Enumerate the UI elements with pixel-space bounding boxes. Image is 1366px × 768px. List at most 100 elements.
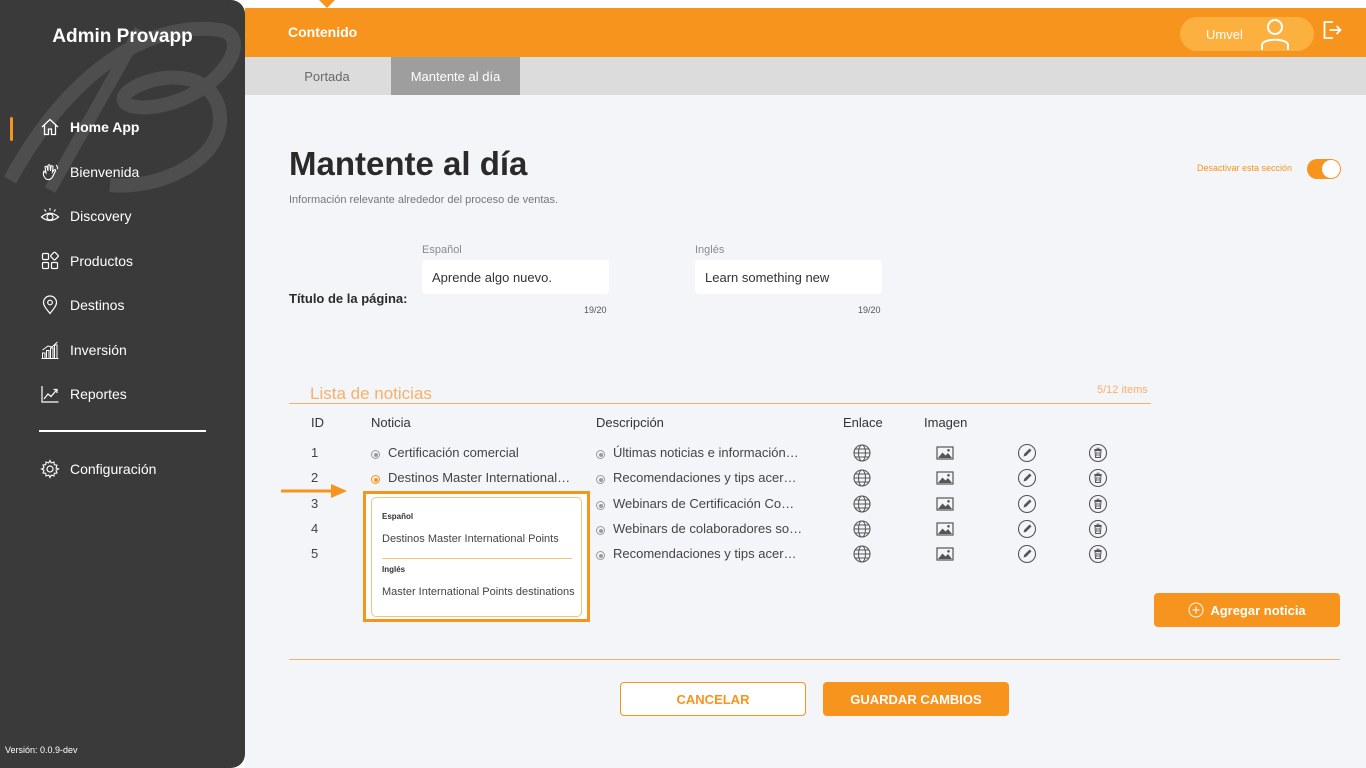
toggle-label: Desactivar esta sección bbox=[1197, 163, 1293, 173]
sidebar-item-label: Bienvenida bbox=[70, 163, 140, 180]
user-name: Umvel bbox=[1206, 27, 1243, 42]
spanish-field-label: Español bbox=[422, 244, 462, 256]
sidebar-item-bienvenida[interactable]: Bienvenida bbox=[0, 150, 245, 195]
news-list-count: 5/12 items bbox=[1097, 384, 1148, 396]
column-header-imagen: Imagen bbox=[924, 415, 968, 430]
sidebar-item-destinos[interactable]: Destinos bbox=[0, 283, 245, 328]
sidebar-item-reportes[interactable]: Reportes bbox=[0, 372, 245, 417]
footer-divider bbox=[289, 659, 1340, 660]
news-list-divider bbox=[289, 403, 1151, 404]
image-icon[interactable] bbox=[935, 519, 955, 539]
globe-icon[interactable] bbox=[852, 494, 872, 514]
descripcion-radio[interactable] bbox=[596, 551, 605, 560]
add-news-label: Agregar noticia bbox=[1210, 602, 1306, 618]
descripcion-radio[interactable] bbox=[596, 475, 605, 484]
add-news-button[interactable]: Agregar noticia bbox=[1154, 593, 1340, 627]
globe-icon[interactable] bbox=[852, 544, 872, 564]
translation-tooltip: Español Destinos Master International Po… bbox=[363, 491, 590, 622]
tooltip-english-label: Inglés bbox=[382, 565, 406, 574]
noticia-radio[interactable] bbox=[371, 475, 380, 484]
column-header-id: ID bbox=[311, 415, 324, 430]
row-descripcion[interactable]: Webinars de Certificación Co… bbox=[613, 496, 794, 511]
gear-icon bbox=[39, 458, 61, 480]
row-descripcion[interactable]: Webinars de colaboradores so… bbox=[613, 521, 802, 536]
toggle-knob bbox=[1322, 160, 1340, 178]
english-field-label: Inglés bbox=[695, 244, 725, 256]
edit-pencil-icon[interactable] bbox=[1017, 443, 1037, 463]
column-header-descripcion: Descripción bbox=[596, 415, 664, 430]
sidebar-item-label: Reportes bbox=[70, 386, 127, 403]
app-title: Admin Provapp bbox=[52, 26, 193, 47]
logout-icon[interactable] bbox=[1321, 19, 1343, 41]
header-title: Contenido bbox=[288, 24, 358, 40]
cancel-button[interactable]: CANCELAR bbox=[620, 682, 806, 716]
sidebar-item-discovery[interactable]: Discovery bbox=[0, 194, 245, 239]
page-title: Mantente al día bbox=[289, 145, 528, 182]
version-label: Versión: 0.0.9-dev bbox=[5, 745, 78, 755]
tooltip-spanish-label: Español bbox=[382, 512, 414, 521]
line-chart-icon bbox=[39, 383, 61, 405]
sidebar-item-productos[interactable]: Productos bbox=[0, 239, 245, 284]
sidebar-divider bbox=[39, 430, 206, 432]
globe-icon[interactable] bbox=[852, 443, 872, 463]
sidebar-item-label: Inversión bbox=[70, 341, 127, 358]
tooltip-divider bbox=[382, 558, 572, 559]
edit-pencil-icon[interactable] bbox=[1017, 519, 1037, 539]
edit-pencil-icon[interactable] bbox=[1017, 494, 1037, 514]
trash-icon[interactable] bbox=[1088, 519, 1108, 539]
image-icon[interactable] bbox=[935, 468, 955, 488]
sidebar-nav: Home App Bienvenida Discovery Productos … bbox=[0, 105, 245, 417]
trash-icon[interactable] bbox=[1088, 443, 1108, 463]
column-header-noticia: Noticia bbox=[371, 415, 411, 430]
title-spanish-input[interactable] bbox=[422, 260, 609, 294]
user-menu[interactable]: Umvel bbox=[1180, 17, 1314, 51]
image-icon[interactable] bbox=[935, 443, 955, 463]
page-subtitle: Información relevante alrededor del proc… bbox=[289, 194, 559, 206]
save-button[interactable]: GUARDAR CAMBIOS bbox=[823, 682, 1009, 716]
row-descripcion[interactable]: Recomendaciones y tips acer… bbox=[613, 470, 797, 485]
globe-icon[interactable] bbox=[852, 468, 872, 488]
row-descripcion[interactable]: Últimas noticias e información… bbox=[613, 445, 799, 460]
title-english-input[interactable] bbox=[695, 260, 882, 294]
sidebar: Admin Provapp Home App Bienvenida Discov… bbox=[0, 0, 245, 768]
sidebar-item-configuracion[interactable]: Configuración bbox=[0, 447, 245, 492]
main-content: Mantente al día Información relevante al… bbox=[245, 95, 1366, 768]
tab-mantente-al-dia[interactable]: Mantente al día bbox=[391, 57, 520, 95]
noticia-radio[interactable] bbox=[371, 450, 380, 459]
sidebar-item-home-app[interactable]: Home App bbox=[0, 105, 245, 150]
edit-pencil-icon[interactable] bbox=[1017, 544, 1037, 564]
sidebar-item-inversion[interactable]: Inversión bbox=[0, 328, 245, 373]
column-header-enlace: Enlace bbox=[843, 415, 883, 430]
descripcion-radio[interactable] bbox=[596, 450, 605, 459]
descripcion-radio[interactable] bbox=[596, 526, 605, 535]
waving-hand-icon bbox=[39, 161, 61, 183]
trash-icon[interactable] bbox=[1088, 494, 1108, 514]
row-id: 5 bbox=[311, 546, 319, 561]
plus-circle-icon bbox=[1188, 602, 1204, 618]
section-toggle[interactable] bbox=[1307, 159, 1341, 179]
trash-icon[interactable] bbox=[1088, 544, 1108, 564]
english-char-count: 19/20 bbox=[858, 305, 881, 315]
image-icon[interactable] bbox=[935, 544, 955, 564]
row-noticia[interactable]: Certificación comercial bbox=[388, 445, 519, 460]
tooltip-card: Español Destinos Master International Po… bbox=[371, 497, 582, 617]
bar-chart-icon bbox=[39, 339, 61, 361]
sidebar-item-label: Destinos bbox=[70, 297, 125, 314]
descripcion-radio[interactable] bbox=[596, 501, 605, 510]
row-id: 4 bbox=[311, 521, 319, 536]
eye-icon bbox=[39, 205, 61, 227]
tab-portada[interactable]: Portada bbox=[266, 57, 388, 95]
image-icon[interactable] bbox=[935, 494, 955, 514]
page-title-label: Título de la página: bbox=[289, 291, 408, 306]
spanish-char-count: 19/20 bbox=[584, 305, 607, 315]
row-id: 1 bbox=[311, 445, 319, 460]
header-notch bbox=[319, 0, 335, 8]
trash-icon[interactable] bbox=[1088, 468, 1108, 488]
home-icon bbox=[39, 116, 61, 138]
row-noticia[interactable]: Destinos Master International … bbox=[388, 470, 573, 485]
row-descripcion[interactable]: Recomendaciones y tips acer… bbox=[613, 546, 797, 561]
map-pin-icon bbox=[39, 294, 61, 316]
edit-pencil-icon[interactable] bbox=[1017, 468, 1037, 488]
globe-icon[interactable] bbox=[852, 519, 872, 539]
sidebar-item-label: Productos bbox=[70, 252, 134, 269]
